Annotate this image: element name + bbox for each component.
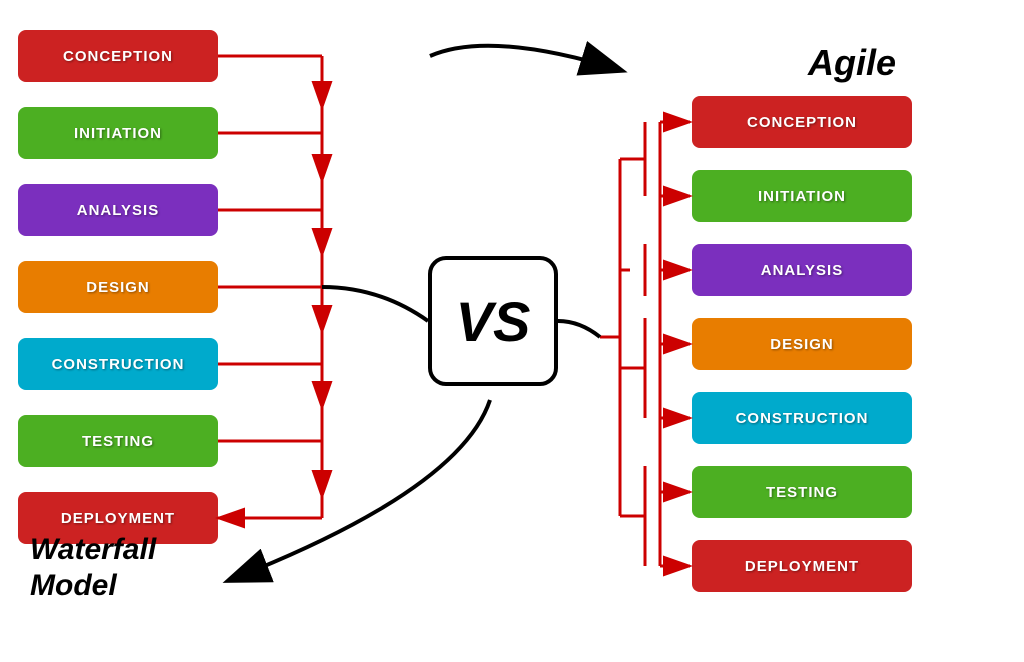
right-phase-r7: DEPLOYMENT: [692, 540, 912, 592]
right-phase-r1: CONCEPTION: [692, 96, 912, 148]
left-phase-l1: CONCEPTION: [18, 30, 218, 82]
right-phase-r4: DESIGN: [692, 318, 912, 370]
left-phase-l5: CONSTRUCTION: [18, 338, 218, 390]
left-phase-l2: INITIATION: [18, 107, 218, 159]
waterfall-line1: Waterfall: [30, 533, 156, 566]
left-phase-l3: ANALYSIS: [18, 184, 218, 236]
vs-box: VS: [428, 256, 558, 386]
waterfall-label: Waterfall Model: [30, 532, 156, 604]
left-phase-l6: TESTING: [18, 415, 218, 467]
left-phase-l4: DESIGN: [18, 261, 218, 313]
agile-label: Agile: [808, 42, 896, 84]
vs-label: VS: [456, 289, 531, 354]
right-phase-r3: ANALYSIS: [692, 244, 912, 296]
right-phase-r2: INITIATION: [692, 170, 912, 222]
right-phase-r5: CONSTRUCTION: [692, 392, 912, 444]
waterfall-line2: Model: [30, 569, 117, 602]
right-phase-r6: TESTING: [692, 466, 912, 518]
